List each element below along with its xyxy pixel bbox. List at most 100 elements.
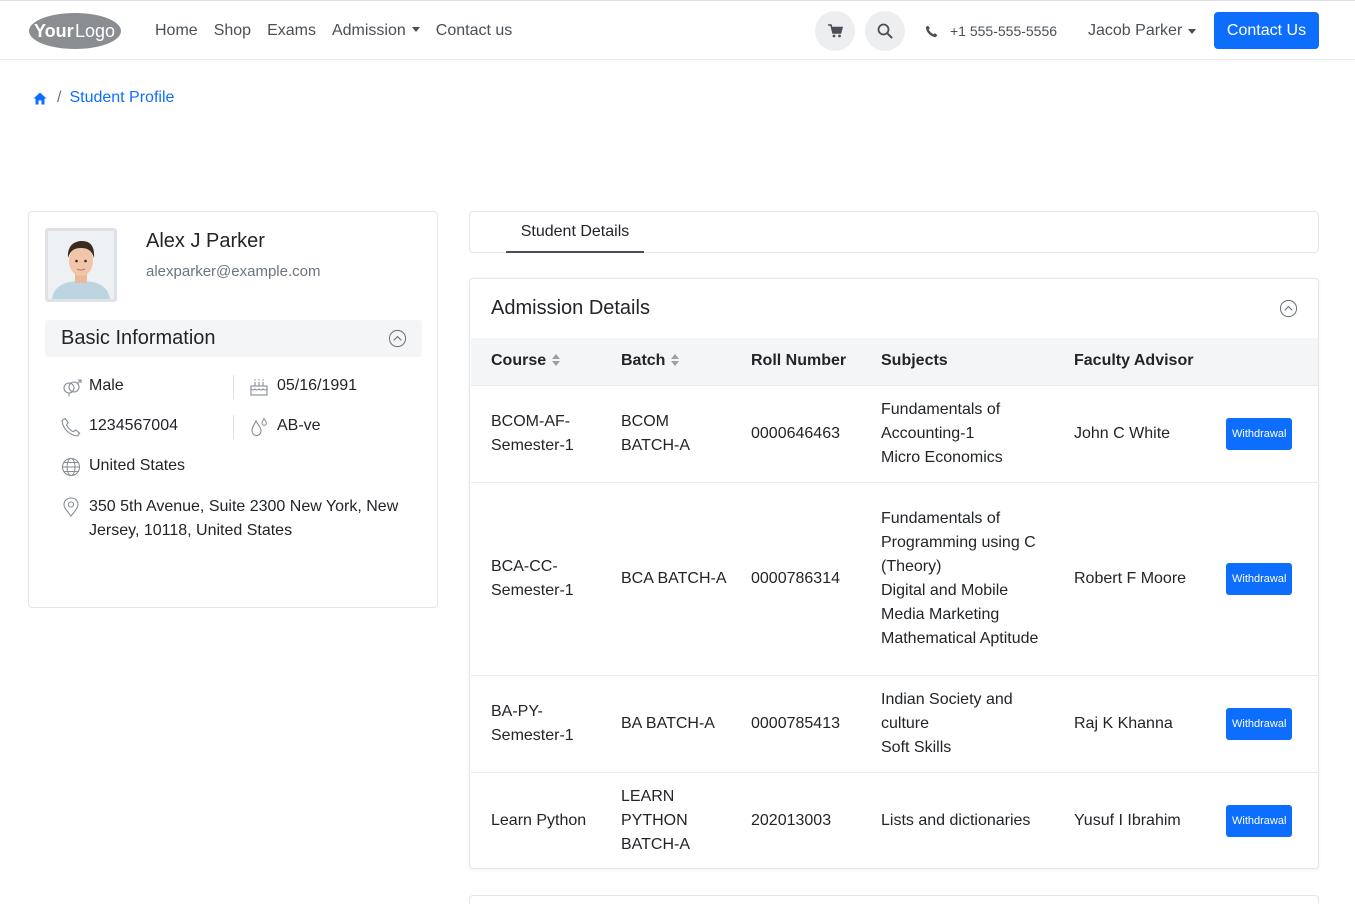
cell-batch: BA BATCH-A [601,674,731,772]
basic-information-title: Basic Information [61,327,216,349]
contact-us-button[interactable]: Contact Us [1214,12,1319,49]
table-header-row: Course Batch Roll Number Subjects Facult… [471,338,1318,385]
top-navbar: Your Logo Home Shop Exams Admission Cont… [0,0,1355,60]
column-header-batch[interactable]: Batch [601,338,731,385]
cart-button[interactable] [815,11,855,51]
cell-action: Withdrawal [1206,674,1318,772]
cell-course: BCOM-AF-Semester-1 [471,384,601,482]
avatar [45,228,117,302]
nav-exams[interactable]: Exams [267,22,316,40]
admission-table: Course Batch Roll Number Subjects Facult… [471,338,1318,869]
breadcrumb-current[interactable]: Student Profile [69,89,174,107]
basic-information-header[interactable]: Basic Information [45,320,422,357]
sort-icon[interactable] [670,353,680,367]
phone-outline-icon [61,417,81,437]
profile-tabs: Student Details [469,211,1319,253]
blood-group-row: AB-ve [249,417,321,437]
phone-icon [925,25,938,37]
nav-home[interactable]: Home [155,22,198,40]
table-row: BCOM-AF-Semester-1 BCOM BATCH-A 00006464… [471,384,1318,482]
cell-action: Withdrawal [1206,771,1318,869]
student-name: Alex J Parker [146,230,265,252]
cell-roll-number: 0000786314 [731,481,861,675]
cell-action: Withdrawal [1206,481,1318,675]
phone-row: 1234567004 [61,417,178,437]
nav-contact[interactable]: Contact us [436,22,512,40]
home-icon[interactable] [33,92,47,105]
cell-batch: LEARN PYTHON BATCH-A [601,771,731,869]
cell-subjects: Fundamentals of Programming using C (The… [861,481,1054,675]
search-button[interactable] [865,11,905,51]
column-header-label: Batch [621,352,666,370]
cell-faculty-advisor: Robert F Moore [1054,481,1206,675]
column-header-course[interactable]: Course [471,338,601,385]
table-row: Learn Python LEARN PYTHON BATCH-A 202013… [471,771,1318,869]
chevron-up-circle-icon[interactable] [1279,299,1298,318]
cell-subjects: Fundamentals of Accounting-1 Micro Econo… [861,384,1054,482]
subject-item: Digital and Mobile Media Marketing [881,581,1009,623]
user-name: Jacob Parker [1088,22,1183,39]
birth-date-value: 05/16/1991 [277,377,358,394]
country-value: United States [89,457,186,474]
breadcrumb: / Student Profile [33,88,174,108]
subject-item: Indian Society and culture [881,690,1013,732]
blood-group-value: AB-ve [277,417,321,434]
withdrawal-button[interactable]: Withdrawal [1226,707,1293,740]
main-nav: Home Shop Exams Admission Contact us [155,1,528,61]
cell-subjects: Lists and dictionaries [861,771,1054,869]
withdrawal-button[interactable]: Withdrawal [1226,562,1293,595]
cell-roll-number: 0000785413 [731,674,861,772]
cell-roll-number: 0000646463 [731,384,861,482]
location-pin-icon [63,497,79,517]
cell-faculty-advisor: John C White [1054,384,1206,482]
column-header-action [1206,338,1318,385]
gender-icon [63,379,82,397]
column-header-faculty-advisor: Faculty Advisor [1074,352,1194,370]
birthday-cake-icon [250,378,268,396]
nav-admission-dropdown[interactable]: Admission [332,22,420,40]
withdrawal-button[interactable]: Withdrawal [1226,417,1293,450]
cell-faculty-advisor: Yusuf I Ibrahim [1054,771,1206,869]
address-row: 350 5th Avenue, Suite 2300 New York, New… [61,497,411,543]
student-email[interactable]: alexparker@example.com [146,263,320,280]
admission-details-card: Admission Details Course Batch Roll Numb… [469,278,1319,869]
globe-icon [61,457,81,477]
cell-batch: BCOM BATCH-A [601,384,731,482]
cell-action: Withdrawal [1206,384,1318,482]
cell-faculty-advisor: Raj K Khanna [1054,674,1206,772]
cell-course: Learn Python [471,771,601,869]
subject-item: Soft Skills [881,738,952,756]
column-header-roll-number: Roll Number [751,352,847,370]
phone-contact[interactable]: +1 555-555-5556 [925,1,1057,61]
chevron-down-icon [411,27,420,32]
cell-batch: BCA BATCH-A [601,481,731,675]
admission-details-title: Admission Details [491,297,650,319]
nav-shop[interactable]: Shop [214,22,251,40]
profile-card: Alex J Parker alexparker@example.com Bas… [28,211,438,608]
logo-text-logo: Logo [75,21,115,41]
withdrawal-button[interactable]: Withdrawal [1226,804,1293,837]
subject-item: Mathematical Aptitude [881,629,1039,647]
next-section-card [469,895,1319,904]
cart-icon [827,24,843,38]
column-header-label: Course [491,352,547,370]
gender-row: Male [61,377,124,397]
table-row: BA-PY-Semester-1 BA BATCH-A 0000785413 I… [471,674,1318,772]
logo-text-your: Your [34,21,74,41]
info-divider [233,375,234,399]
brand-logo[interactable]: Your Logo [28,11,124,51]
subject-item: Fundamentals of Accounting-1 [881,400,1001,442]
search-icon [877,23,893,39]
cell-course: BCA-CC-Semester-1 [471,481,601,675]
tab-student-details[interactable]: Student Details [506,212,644,253]
address-value: 350 5th Avenue, Suite 2300 New York, New… [89,498,399,539]
breadcrumb-separator: / [57,89,62,106]
nav-admission-label: Admission [331,22,406,39]
phone-number: +1 555-555-5556 [950,23,1058,39]
chevron-up-circle-icon[interactable] [388,329,407,348]
user-menu-dropdown[interactable]: Jacob Parker [1088,1,1197,61]
phone-value: 1234567004 [89,417,178,434]
chevron-down-icon [1188,28,1197,34]
sort-icon[interactable] [551,353,561,367]
column-header-subjects: Subjects [881,352,948,370]
